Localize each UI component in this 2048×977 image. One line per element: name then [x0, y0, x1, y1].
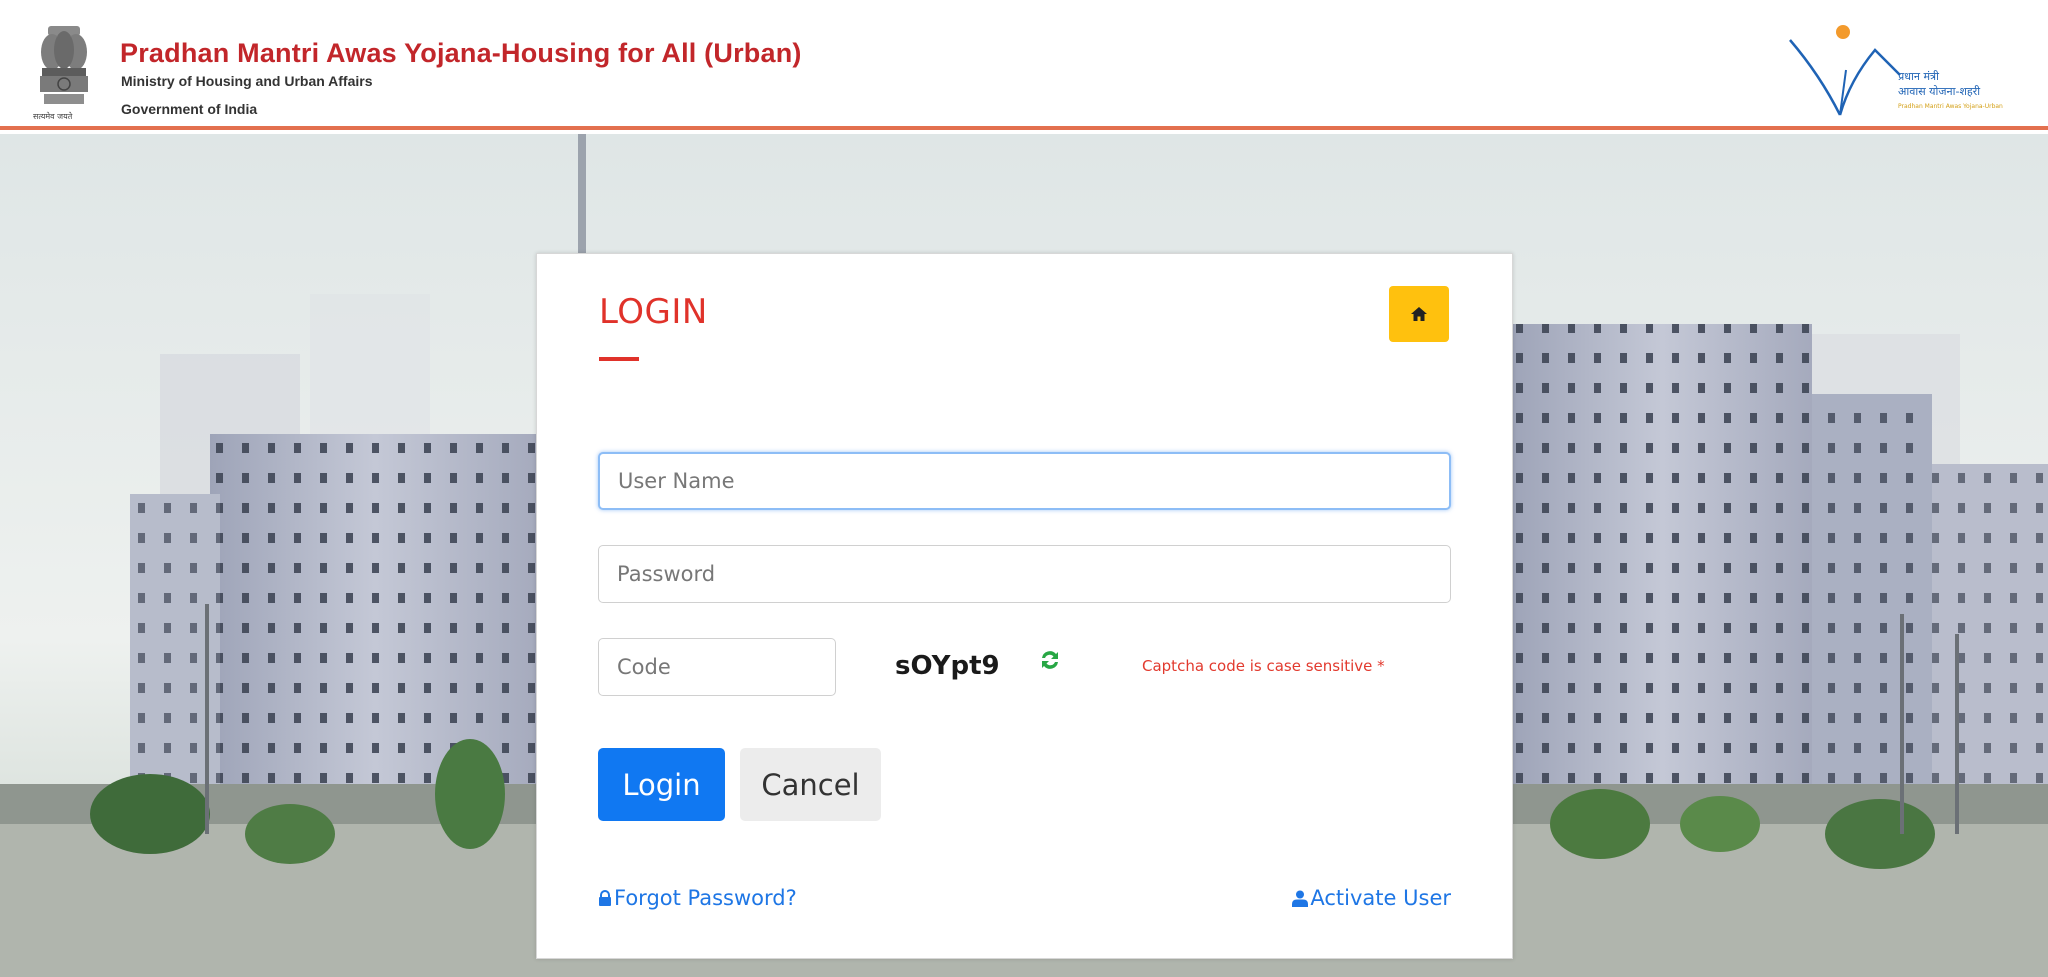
username-input[interactable]: [598, 452, 1451, 510]
activate-user-link[interactable]: Activate User: [1292, 886, 1451, 910]
site-title: Pradhan Mantri Awas Yojana-Housing for A…: [120, 38, 802, 68]
emblem-caption: सत्यमेव जयते: [33, 112, 73, 121]
forgot-password-label[interactable]: Forgot Password?: [614, 886, 797, 910]
government-name: Government of India: [121, 101, 258, 117]
activate-user-label[interactable]: Activate User: [1310, 886, 1451, 910]
logo-text-2: आवास योजना-शहरी: [1898, 85, 1980, 98]
cancel-button[interactable]: Cancel: [740, 748, 881, 821]
captcha-text: sOYpt9: [895, 651, 1000, 681]
home-button[interactable]: [1389, 286, 1449, 342]
login-heading: LOGIN: [599, 292, 708, 332]
site-header: सत्यमेव जयते Pradhan Mantri Awas Yojana-…: [0, 0, 2048, 130]
heading-underline: [599, 357, 639, 361]
captcha-note: Captcha code is case sensitive *: [1142, 657, 1385, 675]
password-input[interactable]: [598, 545, 1451, 603]
user-icon: [1292, 890, 1309, 907]
forgot-password-link[interactable]: Forgot Password?: [598, 886, 797, 910]
ministry-name: Ministry of Housing and Urban Affairs: [121, 73, 373, 89]
national-emblem-icon: [40, 26, 88, 104]
login-card: LOGIN sOYpt9 Captcha code is case sensit…: [536, 253, 1513, 959]
lock-icon: [599, 889, 611, 906]
pmay-logo: प्रधान मंत्री आवास योजना-शहरी Pradhan Ma…: [1789, 25, 2003, 116]
logo-text-3: Pradhan Mantri Awas Yojana-Urban: [1898, 103, 2003, 110]
home-icon: [1411, 307, 1427, 321]
login-button[interactable]: Login: [598, 748, 725, 821]
refresh-icon[interactable]: [1037, 647, 1063, 673]
logo-text-1: प्रधान मंत्री: [1898, 70, 1939, 83]
captcha-code-input[interactable]: [598, 638, 836, 696]
